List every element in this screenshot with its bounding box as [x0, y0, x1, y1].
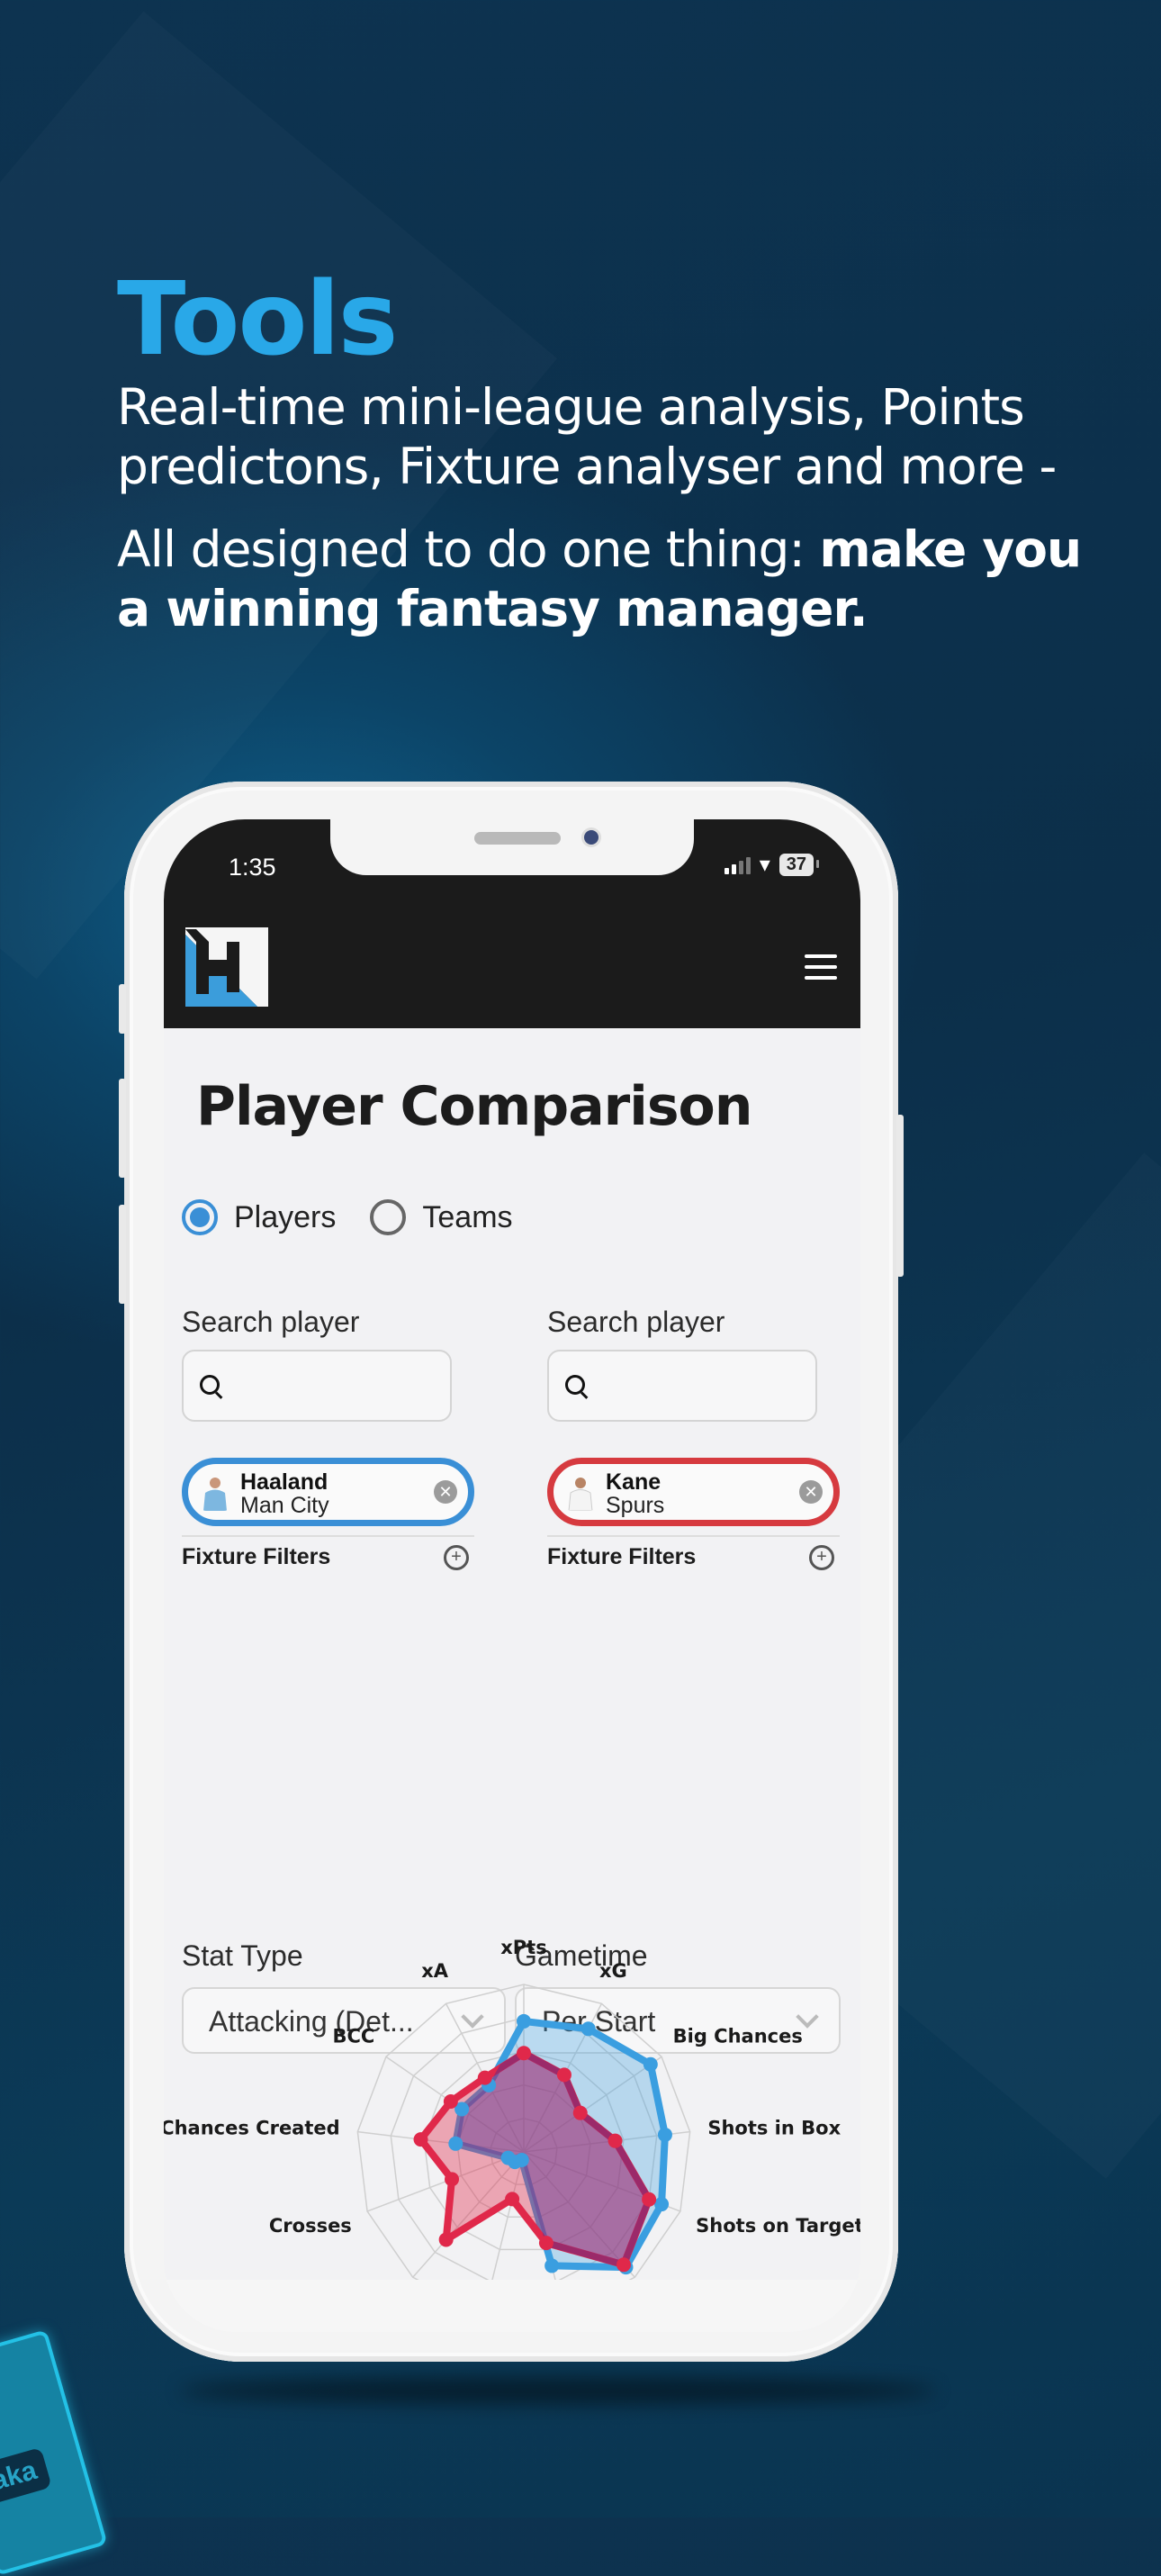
promo-tagline-regular: All designed to do one thing: [117, 520, 820, 578]
radar-point-haaland [500, 2150, 516, 2165]
radar-chart: xPts xG Big Chances Shots in Box Shots on Ta… [164, 1937, 860, 2318]
radar-point-kane [413, 2132, 428, 2147]
radar-point-haaland [643, 2056, 658, 2072]
mute-switch [119, 984, 126, 1034]
radar-point-kane [572, 2105, 588, 2120]
radar-axis-label: Chances Created [164, 2118, 340, 2139]
phone-frame: 1:35 ▾ 37 Player Comparison Players Team… [119, 782, 904, 2362]
radar-point-kane [505, 2192, 520, 2207]
radar-axis-label: Big Chances [673, 2025, 803, 2047]
radar-point-haaland [517, 2013, 531, 2029]
radar-point-kane [608, 2133, 623, 2148]
screen-bottom-edge [164, 2280, 860, 2332]
radar-point-haaland [544, 2258, 560, 2273]
radar-axis-label: Shots in Box [707, 2118, 841, 2139]
radar-axis-label: Shots on Target [696, 2215, 860, 2237]
radar-point-haaland [657, 2127, 672, 2142]
radar-axis-label: Crosses [269, 2215, 352, 2237]
radar-point-kane [445, 2172, 459, 2187]
radar-axis-label: xPts [500, 1937, 546, 1958]
radar-point-kane [517, 2046, 531, 2061]
promo-subtitle: Real-time mini-league analysis, Points p… [117, 378, 1057, 495]
radar-point-kane [616, 2257, 632, 2273]
radar-point-kane [438, 2232, 454, 2247]
radar-point-haaland [654, 2197, 670, 2212]
radar-axis-label: xA [421, 1960, 449, 1982]
radar-point-kane [556, 2067, 572, 2083]
radar-axis-label: BCC [333, 2025, 375, 2047]
promo-title: Tools [117, 261, 398, 378]
promo-headline: Tools Real-time mini-league analysis, Po… [117, 266, 1089, 638]
radar-point-kane [642, 2192, 657, 2207]
radar-point-haaland [448, 2136, 464, 2151]
radar-point-kane [477, 2070, 492, 2085]
player-card-preview: aka [0, 2329, 108, 2576]
radar-point-kane [538, 2236, 554, 2251]
radar-point-haaland [580, 2021, 596, 2037]
volume-down-button [119, 1205, 126, 1304]
phone-shadow [180, 2377, 936, 2404]
power-button [896, 1115, 904, 1277]
radar-point-kane [443, 2094, 458, 2109]
promo-tagline: All designed to do one thing: make you a… [117, 520, 1089, 638]
volume-up-button [119, 1079, 126, 1178]
radar-axis-label: xG [599, 1960, 627, 1982]
player-card-name: aka [0, 2446, 52, 2506]
phone-screen: 1:35 ▾ 37 Player Comparison Players Team… [164, 819, 860, 2332]
